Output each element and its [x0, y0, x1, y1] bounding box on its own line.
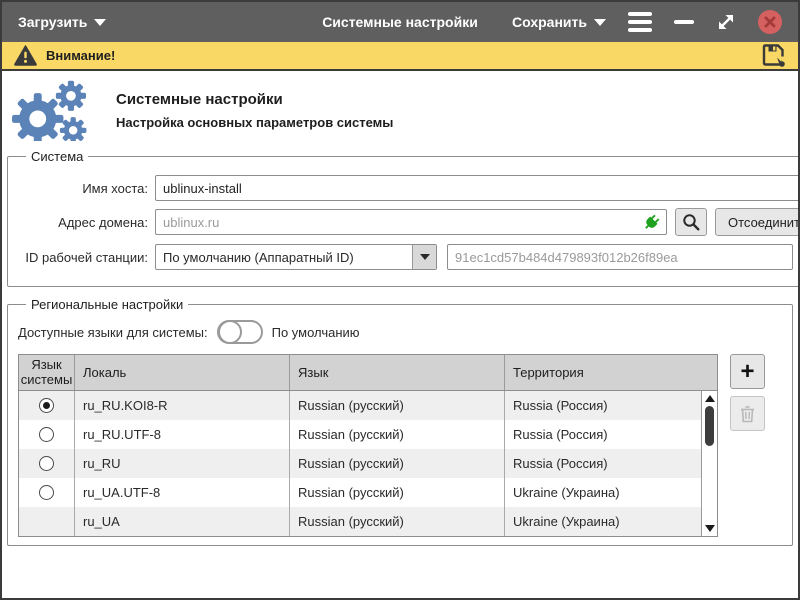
save-menu-button[interactable]: Сохранить — [512, 14, 606, 30]
scroll-down-button[interactable] — [702, 522, 717, 535]
table-row[interactable]: ru_UA.UTF-8 Russian (русский) Ukraine (У… — [19, 478, 717, 507]
system-language-cell — [19, 507, 75, 536]
territory-cell: Ukraine (Украина) — [505, 478, 717, 507]
arrow-down-icon — [705, 525, 715, 532]
search-icon — [682, 213, 700, 231]
add-locale-button[interactable]: + — [730, 354, 765, 389]
system-language-radio[interactable] — [39, 398, 54, 413]
column-header-system-language: Язык системы — [19, 355, 75, 390]
hostname-input[interactable] — [155, 175, 800, 201]
hamburger-menu-icon[interactable] — [628, 12, 652, 32]
locales-table-header: Язык системы Локаль Язык Территория — [19, 355, 717, 391]
language-cell: Russian (русский) — [290, 507, 505, 536]
app-header: Системные настройки Настройка основных п… — [2, 71, 798, 147]
domain-search-button[interactable] — [675, 208, 707, 236]
locale-cell: ru_UA.UTF-8 — [75, 478, 290, 507]
table-row[interactable]: ru_UA Russian (русский) Ukraine (Украина… — [19, 507, 717, 536]
locale-cell: ru_UA — [75, 507, 290, 536]
system-language-cell — [19, 391, 75, 420]
warning-bar: Внимание! — [2, 42, 798, 71]
toggle-state-label: По умолчанию — [272, 325, 360, 340]
system-language-cell — [19, 478, 75, 507]
chevron-down-icon — [94, 19, 106, 26]
system-language-radio[interactable] — [39, 456, 54, 471]
regional-fieldset: Региональные настройки Доступные языки д… — [7, 297, 793, 546]
column-header-language: Язык — [290, 355, 505, 390]
territory-cell: Russia (Россия) — [505, 420, 717, 449]
arrow-up-icon — [705, 395, 715, 402]
language-cell: Russian (русский) — [290, 391, 505, 420]
locale-cell: ru_RU.KOI8-R — [75, 391, 290, 420]
language-cell: Russian (русский) — [290, 420, 505, 449]
page-subtitle: Настройка основных параметров системы — [116, 115, 393, 130]
territory-cell: Ukraine (Украина) — [505, 507, 717, 536]
table-row[interactable]: ru_RU.UTF-8 Russian (русский) Russia (Ро… — [19, 420, 717, 449]
territory-cell: Russia (Россия) — [505, 391, 717, 420]
save-menu-label: Сохранить — [512, 14, 587, 30]
toggle-knob-icon — [218, 320, 242, 344]
system-language-cell — [19, 420, 75, 449]
territory-cell: Russia (Россия) — [505, 449, 717, 478]
warning-triangle-icon — [14, 45, 37, 66]
locale-cell: ru_RU.UTF-8 — [75, 420, 290, 449]
minimize-icon[interactable] — [674, 20, 694, 24]
system-settings-window: Системные настройки Загрузить Сохранить — [0, 0, 800, 600]
system-language-radio[interactable] — [39, 427, 54, 442]
system-language-radio[interactable] — [39, 485, 54, 500]
locales-table: Язык системы Локаль Язык Территория ru_R… — [18, 354, 718, 537]
titlebar: Системные настройки Загрузить Сохранить — [2, 2, 798, 42]
workstation-id-selected-value: По умолчанию (Аппаратный ID) — [156, 250, 412, 265]
scroll-up-button[interactable] — [702, 392, 717, 405]
regional-legend: Региональные настройки — [26, 297, 188, 312]
system-legend: Система — [26, 149, 88, 164]
languages-toggle[interactable] — [217, 320, 263, 344]
vertical-scrollbar[interactable] — [701, 391, 717, 536]
domain-input[interactable] — [155, 209, 667, 235]
save-file-icon[interactable] — [762, 44, 786, 67]
select-dropdown-button[interactable] — [412, 245, 436, 269]
chevron-down-icon — [594, 19, 606, 26]
trash-icon — [739, 405, 756, 423]
hostname-label: Имя хоста: — [18, 181, 148, 196]
gears-icon — [10, 79, 100, 141]
domain-label: Адрес домена: — [18, 215, 148, 230]
chevron-down-icon — [420, 254, 430, 260]
load-menu-button[interactable]: Загрузить — [18, 14, 106, 30]
workstation-id-label: ID рабочей станции: — [18, 250, 148, 265]
plug-connected-icon — [643, 214, 660, 231]
disconnect-button[interactable]: Отсоединиться — [715, 208, 800, 236]
close-icon[interactable] — [758, 10, 782, 34]
delete-locale-button — [730, 396, 765, 431]
available-languages-label: Доступные языки для системы: — [18, 325, 208, 340]
warning-text: Внимание! — [46, 48, 115, 63]
locale-cell: ru_RU — [75, 449, 290, 478]
system-fieldset: Система Имя хоста: Адрес домена: — [7, 149, 800, 287]
page-title: Системные настройки — [116, 91, 393, 108]
table-row[interactable]: ru_RU Russian (русский) Russia (Россия) — [19, 449, 717, 478]
language-cell: Russian (русский) — [290, 478, 505, 507]
hardware-id-value — [447, 244, 793, 270]
system-language-cell — [19, 449, 75, 478]
scrollbar-thumb[interactable] — [705, 406, 714, 446]
expand-icon[interactable] — [716, 12, 736, 32]
workstation-id-select[interactable]: По умолчанию (Аппаратный ID) — [155, 244, 437, 270]
load-menu-label: Загрузить — [18, 14, 87, 30]
language-cell: Russian (русский) — [290, 449, 505, 478]
column-header-territory: Территория — [505, 355, 717, 390]
locales-table-body: ru_RU.KOI8-R Russian (русский) Russia (Р… — [19, 391, 717, 536]
table-row[interactable]: ru_RU.KOI8-R Russian (русский) Russia (Р… — [19, 391, 717, 420]
column-header-locale: Локаль — [75, 355, 290, 390]
